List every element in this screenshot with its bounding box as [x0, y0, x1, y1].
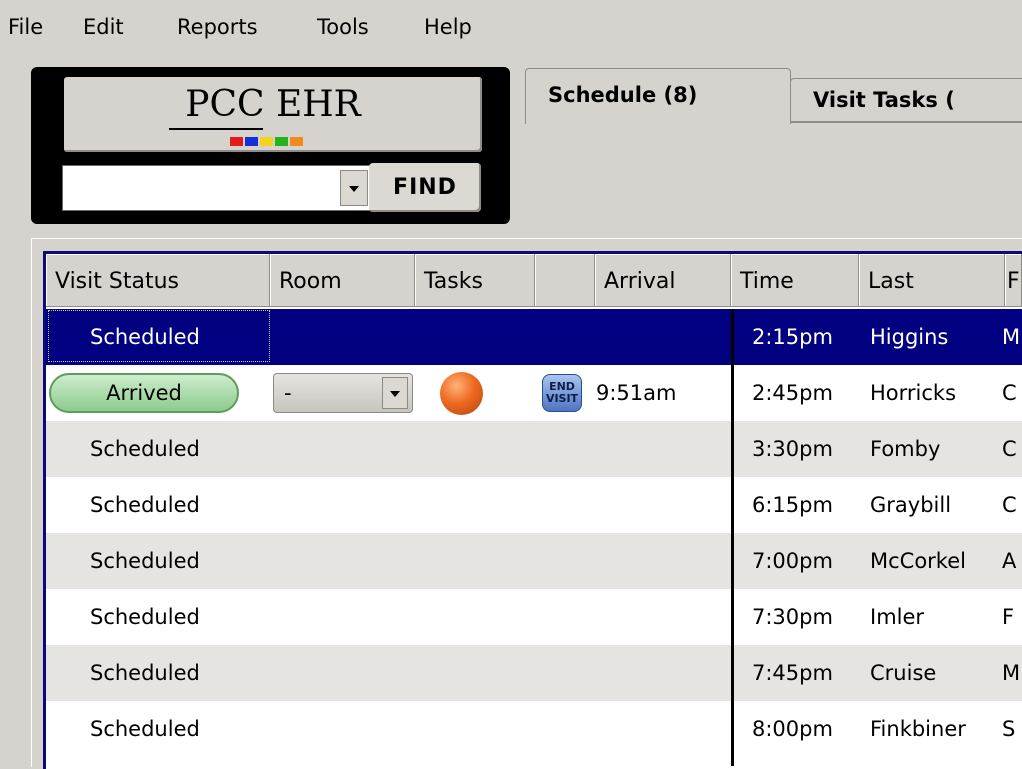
- last-name: Imler: [870, 605, 925, 629]
- arrival-time: 9:51am: [596, 381, 677, 405]
- menu-help[interactable]: Help: [424, 15, 472, 39]
- logo-underline: [169, 128, 263, 130]
- table-row[interactable]: Scheduled 7:00pm McCorkel A: [46, 533, 1022, 589]
- room-select[interactable]: -: [273, 373, 413, 413]
- logo-search-panel: PCC EHR FIND: [31, 67, 510, 224]
- logo-text: PCC EHR: [185, 84, 361, 125]
- visit-time: 6:15pm: [752, 493, 833, 517]
- first-name: C: [1002, 493, 1017, 517]
- logo-color-squares: [230, 137, 303, 146]
- visit-status-button[interactable]: Arrived: [49, 373, 239, 413]
- menu-bar: File Edit Reports Tools Help: [0, 0, 1022, 56]
- visit-status: Scheduled: [90, 549, 200, 573]
- first-name: C: [1002, 437, 1017, 461]
- visit-time: 2:45pm: [752, 381, 833, 405]
- logo-button[interactable]: PCC EHR: [64, 77, 482, 152]
- visit-status: Scheduled: [90, 605, 200, 629]
- table-row[interactable]: Scheduled 7:45pm Cruise M: [46, 645, 1022, 701]
- first-name: M: [1002, 325, 1021, 349]
- visit-status: Scheduled: [90, 717, 200, 741]
- col-blank[interactable]: [535, 254, 595, 307]
- last-name: McCorkel: [870, 549, 966, 573]
- first-name: C: [1002, 381, 1017, 405]
- first-name: S: [1002, 717, 1016, 741]
- last-name: Graybill: [870, 493, 952, 517]
- last-name: Finkbiner: [870, 717, 966, 741]
- visit-status: Scheduled: [90, 325, 200, 349]
- room-value: -: [284, 381, 292, 405]
- table-row[interactable]: Scheduled 6:15pm Graybill C: [46, 477, 1022, 533]
- table-row[interactable]: Scheduled 7:30pm Imler F: [46, 589, 1022, 645]
- col-first[interactable]: F: [1005, 254, 1022, 307]
- column-divider: [731, 309, 734, 766]
- chevron-down-icon[interactable]: [382, 377, 408, 409]
- col-last[interactable]: Last: [859, 254, 1005, 307]
- visit-status: Scheduled: [90, 661, 200, 685]
- menu-edit[interactable]: Edit: [83, 15, 124, 39]
- patient-search-combo[interactable]: [62, 165, 372, 211]
- visit-status: Scheduled: [90, 437, 200, 461]
- visit-time: 8:00pm: [752, 717, 833, 741]
- tab-baseline: [790, 122, 1022, 123]
- visit-time: 7:45pm: [752, 661, 833, 685]
- end-visit-button[interactable]: END VISIT: [542, 374, 582, 412]
- find-button[interactable]: FIND: [369, 163, 481, 212]
- visit-time: 3:30pm: [752, 437, 833, 461]
- col-room[interactable]: Room: [270, 254, 415, 307]
- col-tasks[interactable]: Tasks: [415, 254, 535, 307]
- menu-file[interactable]: File: [8, 15, 43, 39]
- table-row[interactable]: Scheduled 8:00pm Finkbiner S: [46, 701, 1022, 757]
- last-name: Cruise: [870, 661, 937, 685]
- chevron-down-icon[interactable]: [340, 170, 368, 206]
- col-time[interactable]: Time: [731, 254, 859, 307]
- tab-visit-tasks[interactable]: Visit Tasks (: [790, 78, 1022, 122]
- col-arrival[interactable]: Arrival: [595, 254, 731, 307]
- tab-schedule[interactable]: Schedule (8): [525, 68, 791, 124]
- table-header: Visit Status Room Tasks Arrival Time Las…: [46, 254, 1022, 309]
- first-name: M: [1002, 661, 1021, 685]
- last-name: Higgins: [870, 325, 949, 349]
- first-name: A: [1002, 549, 1017, 573]
- orange-ball-icon[interactable]: [440, 372, 483, 415]
- last-name: Horricks: [870, 381, 957, 405]
- table-row[interactable]: Scheduled 2:15pm Higgins M: [46, 309, 1022, 365]
- visit-status: Scheduled: [90, 493, 200, 517]
- last-name: Fomby: [870, 437, 941, 461]
- visit-time: 7:30pm: [752, 605, 833, 629]
- first-name: F: [1002, 605, 1015, 629]
- menu-reports[interactable]: Reports: [177, 15, 258, 39]
- visit-time: 7:00pm: [752, 549, 833, 573]
- menu-tools[interactable]: Tools: [317, 15, 369, 39]
- visit-time: 2:15pm: [752, 325, 833, 349]
- table-row[interactable]: Arrived - END VISIT 9:51am 2:45pm Horrick…: [46, 365, 1022, 421]
- table-row[interactable]: Scheduled 3:30pm Fomby C: [46, 421, 1022, 477]
- col-visit-status[interactable]: Visit Status: [46, 254, 270, 307]
